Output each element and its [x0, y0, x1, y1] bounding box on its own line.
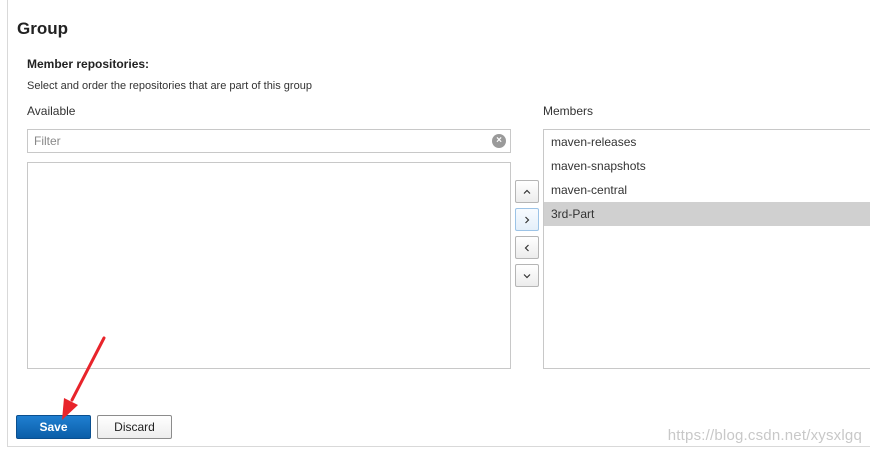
clear-filter-icon[interactable]: × [492, 134, 506, 148]
section-title: Group [17, 19, 68, 38]
watermark: https://blog.csdn.net/xysxlgq [667, 427, 862, 444]
member-item-maven-snapshots[interactable]: maven-snapshots [544, 154, 870, 178]
save-button[interactable]: Save [16, 415, 91, 439]
chevron-up-icon [523, 189, 531, 194]
discard-button[interactable]: Discard [97, 415, 172, 439]
member-repositories-label: Member repositories: [27, 57, 150, 71]
member-item-maven-central[interactable]: maven-central [544, 178, 870, 202]
move-down-button[interactable] [515, 264, 539, 287]
chevron-down-icon [523, 273, 531, 278]
members-list[interactable]: maven-releases maven-snapshots maven-cen… [543, 129, 870, 369]
filter-field: × [27, 129, 511, 153]
add-to-members-button[interactable] [515, 208, 539, 231]
member-item-3rd-part[interactable]: 3rd-Part [544, 202, 870, 226]
chevron-left-icon [524, 244, 529, 251]
chevron-right-icon [525, 216, 530, 223]
available-list[interactable] [27, 162, 511, 369]
available-label: Available [27, 104, 76, 118]
remove-from-members-button[interactable] [515, 236, 539, 259]
member-repositories-help: Select and order the repositories that a… [27, 80, 312, 92]
members-label: Members [543, 104, 594, 118]
filter-input[interactable] [28, 130, 488, 152]
move-up-button[interactable] [515, 180, 539, 203]
member-item-maven-releases[interactable]: maven-releases [544, 130, 870, 154]
